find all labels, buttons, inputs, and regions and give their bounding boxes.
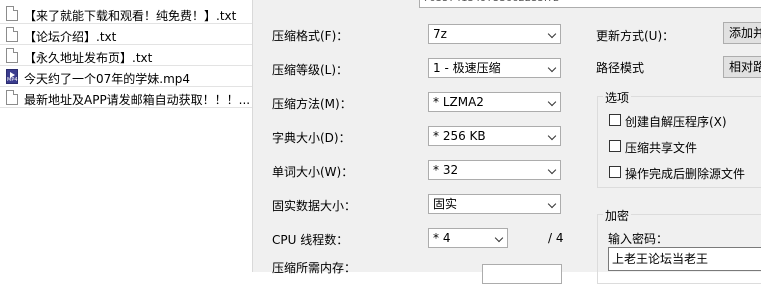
file-name: 【论坛介绍】.txt [24, 30, 117, 44]
delete-label: 操作完成后删除源文件 [625, 167, 746, 181]
video-file-icon: MP4 [6, 69, 18, 84]
shared-checkbox[interactable] [609, 140, 621, 152]
path-mode-select[interactable]: 相对路 [723, 56, 761, 78]
method-label: 压缩方法(M)： [272, 97, 352, 111]
method-value: * LZMA2 [433, 95, 484, 109]
password-label: 输入密码： [608, 232, 669, 246]
file-name: 最新地址及APP请发邮箱自动获取！！！... [24, 93, 251, 107]
cpu-total: / 4 [548, 231, 564, 245]
file-name: 今天约了一个07年的学妹.mp4 [24, 72, 191, 86]
word-select[interactable]: * 32 [428, 160, 561, 180]
format-select[interactable]: 7z [428, 24, 561, 44]
file-row[interactable]: 【来了就能下载和观看！纯免费！】.txt [0, 4, 252, 24]
chevron-down-icon [547, 131, 557, 141]
memory-label: 压缩所需内存： [272, 261, 357, 275]
level-select[interactable]: 1 - 极速压缩 [428, 58, 561, 78]
sfx-label: 创建自解压程序(X) [625, 115, 727, 129]
update-mode-select[interactable]: 添加并 [723, 22, 761, 44]
file-row[interactable]: 【永久地址发布页】.txt [0, 46, 252, 66]
level-value: 1 - 极速压缩 [433, 61, 501, 75]
method-select[interactable]: * LZMA2 [428, 92, 561, 112]
file-list: 【来了就能下载和观看！纯免费！】.txt 【论坛介绍】.txt 【永久地址发布页… [0, 0, 253, 272]
chevron-down-icon [494, 233, 504, 243]
file-name: 【永久地址发布页】.txt [24, 51, 153, 65]
archive-name-field[interactable]: 7035741349753662235.7z [419, 0, 761, 8]
delete-checkbox[interactable] [609, 166, 621, 178]
add-to-archive-dialog: 7035741349753662235.7z 压缩格式(F)： 7z 压缩等级(… [253, 0, 761, 284]
word-label: 单词大小(W)： [272, 165, 354, 179]
encryption-title: 加密 [603, 207, 632, 224]
txt-file-icon [6, 27, 18, 42]
solid-value: 固实 [433, 197, 458, 211]
cpu-select[interactable]: * 4 [428, 228, 508, 248]
dict-select[interactable]: * 256 KB [428, 126, 561, 146]
cpu-value: * 4 [433, 231, 451, 245]
txt-file-icon [6, 48, 18, 63]
word-value: * 32 [433, 163, 459, 177]
chevron-down-icon [547, 199, 557, 209]
dict-value: * 256 KB [433, 129, 486, 143]
memory-value-box [482, 264, 562, 284]
solid-label: 固实数据大小： [272, 199, 357, 213]
update-label: 更新方式(U)： [596, 29, 675, 43]
file-row[interactable]: 最新地址及APP请发邮箱自动获取！！！... [0, 88, 252, 108]
file-name: 【来了就能下载和观看！纯免费！】.txt [24, 9, 237, 23]
txt-file-icon [6, 6, 18, 21]
chevron-down-icon [547, 97, 557, 107]
path-label: 路径模式 [596, 61, 645, 75]
sfx-checkbox[interactable] [609, 114, 621, 126]
file-row[interactable]: 【论坛介绍】.txt [0, 25, 252, 45]
password-input[interactable]: 上老王论坛当老王 [608, 247, 761, 271]
file-row[interactable]: MP4 今天约了一个07年的学妹.mp4 [0, 67, 252, 87]
txt-file-icon [6, 90, 18, 105]
format-value: 7z [433, 27, 447, 41]
shared-label: 压缩共享文件 [625, 141, 698, 155]
options-title: 选项 [603, 89, 632, 106]
cpu-label: CPU 线程数： [272, 233, 349, 247]
chevron-down-icon [547, 63, 557, 73]
chevron-down-icon [547, 29, 557, 39]
dict-label: 字典大小(D)： [272, 131, 351, 145]
chevron-down-icon [547, 165, 557, 175]
solid-select[interactable]: 固实 [428, 194, 561, 214]
level-label: 压缩等级(L)： [272, 63, 349, 77]
format-label: 压缩格式(F)： [272, 29, 349, 43]
